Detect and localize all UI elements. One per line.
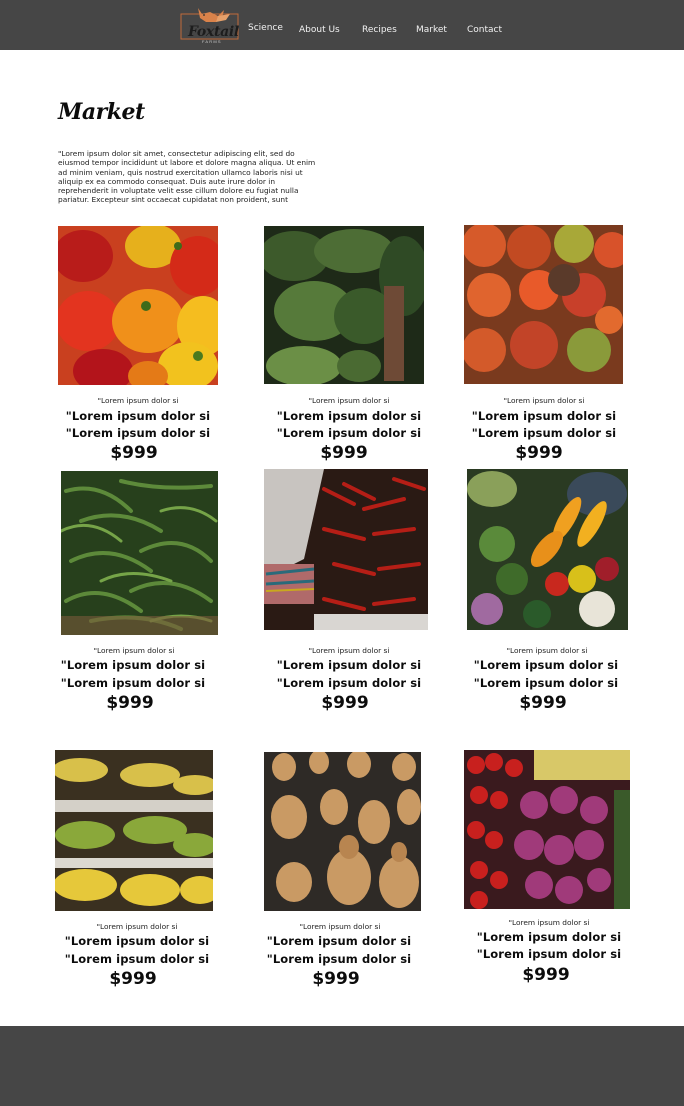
product-6-description: "Lorem ipsum dolor si (473, 676, 619, 690)
bananas-photo[interactable] (55, 750, 213, 911)
chili-peppers-photo[interactable] (264, 469, 428, 630)
product-7-description: "Lorem ipsum dolor si (64, 952, 210, 966)
product-7-name: "Lorem ipsum dolor si (64, 934, 210, 948)
product-5-price: $999 (321, 693, 369, 713)
product-2-subtitle: "Lorem ipsum dolor si (308, 396, 390, 405)
product-6-name: "Lorem ipsum dolor si (473, 658, 619, 672)
product-8-price: $999 (312, 969, 360, 989)
product-8-description: "Lorem ipsum dolor si (266, 952, 412, 966)
bell-peppers-photo[interactable] (58, 226, 218, 385)
product-5-description: "Lorem ipsum dolor si (276, 676, 422, 690)
product-1-price: $999 (110, 443, 158, 463)
brand-tagline: FARMS (202, 39, 222, 44)
butternut-squash-photo[interactable] (264, 752, 421, 911)
product-3-subtitle: "Lorem ipsum dolor si (503, 396, 585, 405)
product-9-price: $999 (522, 965, 570, 985)
intro-paragraph: "Lorem ipsum dolor sit amet, consectetur… (58, 149, 316, 205)
product-7-subtitle: "Lorem ipsum dolor si (96, 922, 178, 931)
nav-contact[interactable]: Contact (467, 25, 502, 35)
site-header: Foxtail FARMS Science About Us Recipes M… (0, 0, 684, 50)
product-8-name: "Lorem ipsum dolor si (266, 934, 412, 948)
tomatoes-photo[interactable] (464, 225, 623, 384)
product-1-name: "Lorem ipsum dolor si (65, 409, 211, 423)
product-6-subtitle: "Lorem ipsum dolor si (506, 646, 588, 655)
brand-logo[interactable]: Foxtail FARMS (180, 4, 240, 44)
product-8-subtitle: "Lorem ipsum dolor si (299, 922, 381, 931)
product-9-description: "Lorem ipsum dolor si (476, 947, 622, 961)
product-5-subtitle: "Lorem ipsum dolor si (308, 646, 390, 655)
nav-about-us[interactable]: About Us (299, 25, 340, 35)
product-1-subtitle: "Lorem ipsum dolor si (97, 396, 179, 405)
product-1-description: "Lorem ipsum dolor si (65, 426, 211, 440)
leafy-greens-photo[interactable] (264, 226, 424, 384)
product-9-name: "Lorem ipsum dolor si (476, 930, 622, 944)
green-beans-photo[interactable] (61, 471, 218, 635)
product-4-name: "Lorem ipsum dolor si (60, 658, 206, 672)
site-footer (0, 1026, 684, 1106)
product-2-name: "Lorem ipsum dolor si (276, 409, 422, 423)
product-3-description: "Lorem ipsum dolor si (471, 426, 617, 440)
nav-recipes[interactable]: Recipes (362, 25, 397, 35)
product-5-name: "Lorem ipsum dolor si (276, 658, 422, 672)
product-4-subtitle: "Lorem ipsum dolor si (93, 646, 175, 655)
product-2-description: "Lorem ipsum dolor si (276, 426, 422, 440)
nav-science[interactable]: Science (248, 23, 283, 33)
product-6-price: $999 (519, 693, 567, 713)
mixed-vegetables-photo[interactable] (467, 469, 628, 630)
product-2-price: $999 (320, 443, 368, 463)
product-3-price: $999 (515, 443, 563, 463)
product-7-price: $999 (109, 969, 157, 989)
radishes-onions-photo[interactable] (464, 750, 630, 909)
page-title: Market (58, 99, 145, 125)
nav-market[interactable]: Market (416, 25, 447, 35)
product-9-subtitle: "Lorem ipsum dolor si (508, 918, 590, 927)
product-3-name: "Lorem ipsum dolor si (471, 409, 617, 423)
product-4-price: $999 (106, 693, 154, 713)
product-4-description: "Lorem ipsum dolor si (60, 676, 206, 690)
brand-name: Foxtail (188, 24, 239, 40)
